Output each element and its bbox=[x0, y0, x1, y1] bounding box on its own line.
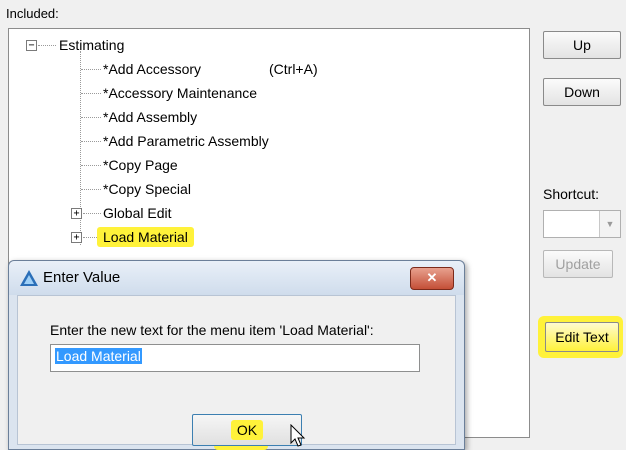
value-input[interactable]: Load Material bbox=[50, 344, 420, 372]
tree-item-label: *Add Parametric Assembly bbox=[103, 133, 269, 149]
expand-icon[interactable]: + bbox=[71, 232, 82, 243]
close-icon: ✕ bbox=[426, 270, 438, 285]
down-button[interactable]: Down bbox=[543, 78, 621, 106]
dialog-title: Enter Value bbox=[43, 269, 121, 286]
chevron-down-icon[interactable]: ▼ bbox=[599, 211, 620, 237]
tree-item-add-assembly[interactable]: *Add Assembly bbox=[101, 106, 199, 128]
selected-text: Load Material bbox=[55, 348, 142, 364]
tree-item-label: *Add Accessory bbox=[103, 61, 202, 77]
app-icon bbox=[20, 270, 38, 286]
tree-item-load-material[interactable]: Load Material bbox=[97, 226, 194, 248]
tree-item-label: Global Edit bbox=[103, 205, 172, 221]
tree-node-estimating[interactable]: Estimating bbox=[57, 34, 126, 56]
included-label: Included: bbox=[6, 6, 59, 21]
tree-item-add-accessory[interactable]: *Add Accessory (Ctrl+A) bbox=[101, 58, 318, 80]
tree-item-add-parametric-assembly[interactable]: *Add Parametric Assembly bbox=[101, 130, 271, 152]
shortcut-label: Shortcut: bbox=[543, 186, 600, 202]
cursor-icon bbox=[290, 424, 306, 447]
update-button[interactable]: Update bbox=[543, 250, 613, 278]
ok-button[interactable]: OK bbox=[192, 414, 302, 446]
expand-icon[interactable]: + bbox=[71, 208, 82, 219]
tree-item-accessory-maintenance[interactable]: *Accessory Maintenance bbox=[101, 82, 259, 104]
dialog-prompt: Enter the new text for the menu item 'Lo… bbox=[50, 322, 374, 338]
enter-value-dialog: Enter Value ✕ Enter the new text for the… bbox=[8, 260, 465, 450]
tree-item-label: Load Material bbox=[97, 227, 194, 247]
dialog-titlebar[interactable]: Enter Value ✕ bbox=[9, 261, 464, 295]
tree-item-copy-special[interactable]: *Copy Special bbox=[101, 178, 193, 200]
tree-item-label: *Copy Page bbox=[103, 157, 178, 173]
tree-item-label: *Copy Special bbox=[103, 181, 191, 197]
tree-item-global-edit[interactable]: Global Edit bbox=[101, 202, 173, 224]
collapse-icon[interactable]: − bbox=[26, 40, 37, 51]
shortcut-hint: (Ctrl+A) bbox=[269, 61, 318, 77]
close-button[interactable]: ✕ bbox=[410, 267, 454, 290]
shortcut-select[interactable]: ▼ bbox=[543, 210, 621, 238]
tree-node-label: Estimating bbox=[59, 37, 125, 53]
tree-item-label: *Add Assembly bbox=[103, 109, 198, 125]
tree-item-label: *Accessory Maintenance bbox=[103, 85, 258, 101]
dialog-body: Enter the new text for the menu item 'Lo… bbox=[17, 295, 456, 450]
up-button[interactable]: Up bbox=[543, 31, 621, 59]
tree-item-copy-page[interactable]: *Copy Page bbox=[101, 154, 180, 176]
ok-label: OK bbox=[230, 420, 264, 440]
edit-text-button[interactable]: Edit Text bbox=[545, 322, 619, 352]
